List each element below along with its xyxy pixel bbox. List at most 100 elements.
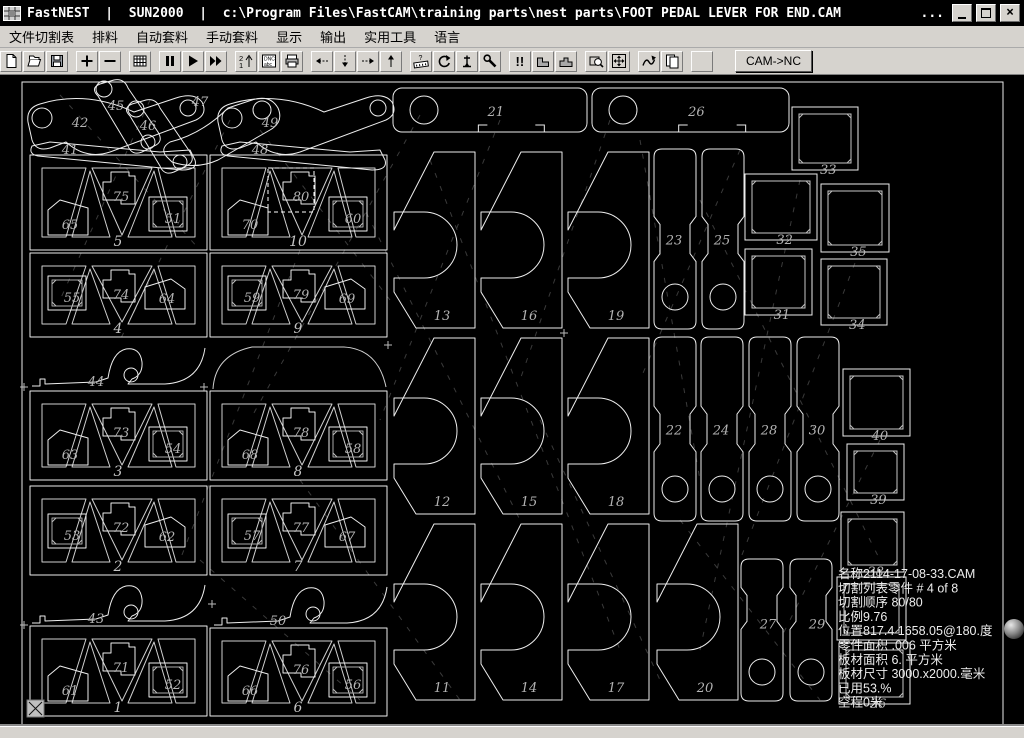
app-title: FastNEST bbox=[27, 6, 90, 21]
double-mark-button[interactable]: !! bbox=[509, 51, 531, 72]
blank-button[interactable] bbox=[691, 51, 713, 72]
sequence-sort-button[interactable]: 21 bbox=[235, 51, 257, 72]
move-down-button[interactable] bbox=[334, 51, 356, 72]
curve-path-button[interactable] bbox=[638, 51, 660, 72]
menu-item-3[interactable]: 手动套料 bbox=[197, 25, 267, 48]
toolbar-group-3 bbox=[159, 51, 228, 72]
fast-run-icon bbox=[208, 53, 224, 69]
svg-text:22: 22 bbox=[665, 424, 683, 439]
fast-run-button[interactable] bbox=[205, 51, 227, 72]
move-left-icon bbox=[314, 53, 330, 69]
menu-item-1[interactable]: 排料 bbox=[83, 25, 127, 48]
menu-item-0[interactable]: 文件切割表 bbox=[0, 25, 83, 48]
run-icon bbox=[185, 53, 201, 69]
menu-item-6[interactable]: 实用工具 bbox=[355, 25, 425, 48]
cam-to-nc-button[interactable]: CAM->NC bbox=[735, 50, 812, 72]
zoom-out-button[interactable] bbox=[99, 51, 121, 72]
print-button[interactable] bbox=[281, 51, 303, 72]
svg-text:57: 57 bbox=[244, 529, 261, 544]
toolbar-group-2 bbox=[129, 51, 152, 72]
svg-text:68: 68 bbox=[242, 448, 259, 463]
svg-text:16: 16 bbox=[521, 309, 538, 324]
svg-text:79: 79 bbox=[293, 288, 310, 303]
svg-text:10: 10 bbox=[289, 234, 307, 250]
menu-item-5[interactable]: 输出 bbox=[311, 25, 355, 48]
pause-button[interactable] bbox=[159, 51, 181, 72]
svg-text:13: 13 bbox=[434, 309, 451, 324]
move-up-icon bbox=[383, 53, 399, 69]
svg-text:75: 75 bbox=[113, 190, 130, 205]
svg-text:46: 46 bbox=[139, 119, 157, 134]
svg-text:4: 4 bbox=[113, 321, 123, 337]
rotate-icon bbox=[436, 53, 452, 69]
nc-code-button[interactable]: DNCabc bbox=[258, 51, 280, 72]
open-folder-button[interactable] bbox=[23, 51, 45, 72]
svg-text:64: 64 bbox=[159, 292, 176, 307]
svg-text:!!: !! bbox=[516, 54, 525, 69]
zoom-out-icon bbox=[102, 53, 118, 69]
app-icon bbox=[3, 6, 21, 21]
grid-button[interactable] bbox=[129, 51, 151, 72]
svg-text:15: 15 bbox=[521, 495, 538, 510]
toolbar-group-0 bbox=[0, 51, 69, 72]
svg-text:?: ? bbox=[419, 55, 423, 62]
nest-drawing[interactable]: 7152611725362273546337455644755165576566… bbox=[0, 75, 1024, 726]
svg-text:23: 23 bbox=[665, 233, 683, 248]
svg-text:54: 54 bbox=[165, 442, 182, 457]
new-file-button[interactable] bbox=[0, 51, 22, 72]
close-button[interactable]: × bbox=[1000, 4, 1020, 22]
menu-item-7[interactable]: 语言 bbox=[425, 25, 469, 48]
info-line: 切割列表零件 # 4 of 8 bbox=[838, 580, 958, 595]
rotate-button[interactable] bbox=[433, 51, 455, 72]
svg-text:14: 14 bbox=[521, 681, 538, 696]
measure-button[interactable]: ? bbox=[410, 51, 432, 72]
restore-button[interactable] bbox=[976, 4, 996, 22]
svg-text:24: 24 bbox=[712, 424, 730, 439]
svg-text:abc: abc bbox=[264, 62, 273, 68]
step-contour-button[interactable] bbox=[555, 51, 577, 72]
toolbar: 21DNCabc?!! CAM->NC bbox=[0, 48, 1024, 75]
zoom-window-button[interactable] bbox=[585, 51, 607, 72]
svg-text:11: 11 bbox=[434, 681, 451, 696]
menu-bar: 文件切割表排料自动套料手动套料显示输出实用工具语言 bbox=[0, 26, 1024, 48]
svg-text:43: 43 bbox=[87, 612, 105, 627]
zoom-in-icon bbox=[79, 53, 95, 69]
svg-text:50: 50 bbox=[270, 614, 287, 629]
blank-icon bbox=[694, 53, 710, 69]
toolbar-group-1 bbox=[76, 51, 122, 72]
save-button[interactable] bbox=[46, 51, 68, 72]
tools-wrench-button[interactable] bbox=[479, 51, 501, 72]
nest-canvas[interactable]: 7152611725362273546337455644755165576566… bbox=[0, 75, 1024, 726]
clipboard-button[interactable] bbox=[661, 51, 683, 72]
zoom-in-button[interactable] bbox=[76, 51, 98, 72]
move-left-button[interactable] bbox=[311, 51, 333, 72]
svg-text:45: 45 bbox=[107, 99, 125, 114]
fit-view-button[interactable] bbox=[608, 51, 630, 72]
svg-text:77: 77 bbox=[293, 521, 310, 536]
run-button[interactable] bbox=[182, 51, 204, 72]
move-up-button[interactable] bbox=[380, 51, 402, 72]
svg-text:39: 39 bbox=[870, 493, 887, 508]
svg-text:65: 65 bbox=[62, 218, 79, 233]
sequence-sort-icon: 21 bbox=[238, 53, 254, 69]
menu-item-4[interactable]: 显示 bbox=[267, 25, 311, 48]
svg-text:48: 48 bbox=[251, 143, 269, 158]
corner-contour-icon bbox=[535, 53, 551, 69]
svg-text:56: 56 bbox=[345, 678, 362, 693]
move-right-button[interactable] bbox=[357, 51, 379, 72]
title-bar[interactable]: FastNEST | SUN2000 | c:\Program Files\Fa… bbox=[0, 0, 1024, 26]
toolbar-group-7: !! bbox=[509, 51, 578, 72]
corner-contour-button[interactable] bbox=[532, 51, 554, 72]
datum-button[interactable] bbox=[456, 51, 478, 72]
info-line: 板材尺寸 3000.x2000.毫米 bbox=[838, 666, 986, 681]
svg-text:70: 70 bbox=[242, 218, 259, 233]
menu-item-2[interactable]: 自动套料 bbox=[127, 25, 197, 48]
toolbar-group-4: 21DNCabc bbox=[235, 51, 304, 72]
svg-text:27: 27 bbox=[759, 618, 777, 633]
info-line: 名称2114-17-08-33.CAM bbox=[838, 566, 975, 581]
move-down-icon bbox=[337, 53, 353, 69]
file-path: c:\Program Files\FastCAM\training parts\… bbox=[223, 6, 841, 21]
workspace-title: SUN2000 bbox=[129, 6, 184, 21]
minimize-button[interactable] bbox=[952, 4, 972, 22]
toolbar-group-9 bbox=[638, 51, 684, 72]
